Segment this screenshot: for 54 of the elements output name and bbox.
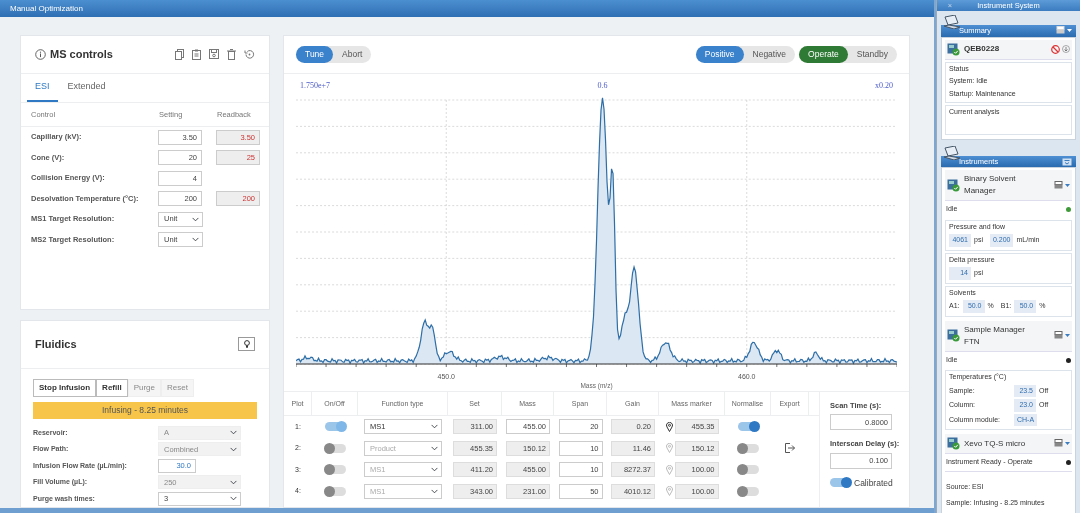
panel-title: Fluidics — [35, 337, 77, 352]
toggle-switch[interactable] — [737, 486, 759, 496]
caret-icon[interactable] — [1065, 183, 1070, 187]
printer-icon[interactable] — [1054, 180, 1063, 190]
caret-icon[interactable] — [1065, 442, 1070, 446]
lightbulb-button[interactable] — [238, 337, 255, 352]
window-title: Manual Optimization — [0, 0, 934, 17]
module-name: Sample Manager FTN — [964, 323, 1026, 348]
trash-icon[interactable] — [227, 49, 236, 60]
toggle-button[interactable]: Positive — [695, 46, 744, 63]
save-icon[interactable] — [209, 49, 219, 59]
toggle-button[interactable]: Operate — [799, 46, 848, 63]
laptop-icon — [943, 146, 961, 160]
toggle-button[interactable]: Abort — [333, 46, 372, 63]
toggle-switch[interactable] — [737, 465, 759, 475]
copy-icon[interactable] — [175, 49, 184, 60]
prohibited-icon[interactable] — [1051, 44, 1060, 54]
printer-icon[interactable] — [1056, 26, 1065, 36]
infusing-status-bar: Infusing - 8.25 minutes — [33, 401, 257, 419]
module-name: Binary Solvent Manager — [964, 173, 1017, 198]
peak-label: 0.6 — [597, 80, 608, 92]
laptop-icon — [943, 15, 961, 30]
toggle-switch[interactable] — [324, 465, 346, 475]
panel-title: MS controls — [50, 47, 113, 63]
lightbulb-icon — [243, 340, 250, 349]
intensity-label: 1.750e+7 — [300, 80, 331, 92]
printer-icon[interactable] — [1054, 331, 1063, 341]
download-icon[interactable] — [1062, 44, 1070, 53]
toggle-switch[interactable] — [324, 486, 346, 496]
toggle-switch[interactable] — [324, 422, 346, 432]
scale-label: x0.20 — [875, 80, 893, 92]
toggle-switch[interactable] — [737, 422, 759, 432]
fluidics-button[interactable]: Refill — [96, 378, 128, 397]
export-icon[interactable] — [785, 443, 795, 454]
printer-icon[interactable] — [1054, 439, 1063, 449]
toggle-button[interactable]: Tune — [296, 46, 334, 63]
toggle-button[interactable]: Negative — [743, 46, 796, 63]
module-name: Xevo TQ-S micro — [964, 437, 1026, 450]
instrument-name: QEB0228 — [964, 43, 1000, 55]
collapse-icon[interactable] — [1062, 157, 1072, 166]
toggle-label: Calibrated — [854, 476, 893, 490]
tab[interactable]: Extended — [59, 74, 114, 102]
pin-icon[interactable] — [665, 421, 673, 432]
caret-icon[interactable] — [1065, 334, 1070, 338]
reset-icon[interactable] — [244, 49, 255, 60]
toggle-switch[interactable] — [737, 443, 759, 453]
info-icon — [35, 49, 46, 60]
tab[interactable]: ESI — [27, 74, 58, 102]
toggle-button[interactable]: Standby — [847, 46, 897, 63]
toggle-switch[interactable] — [324, 443, 346, 453]
clipboard-icon[interactable] — [192, 49, 201, 60]
caret-icon[interactable] — [1067, 29, 1072, 33]
toggle-switch[interactable] — [830, 478, 851, 488]
fluidics-button[interactable]: Stop Infusion — [33, 378, 97, 397]
